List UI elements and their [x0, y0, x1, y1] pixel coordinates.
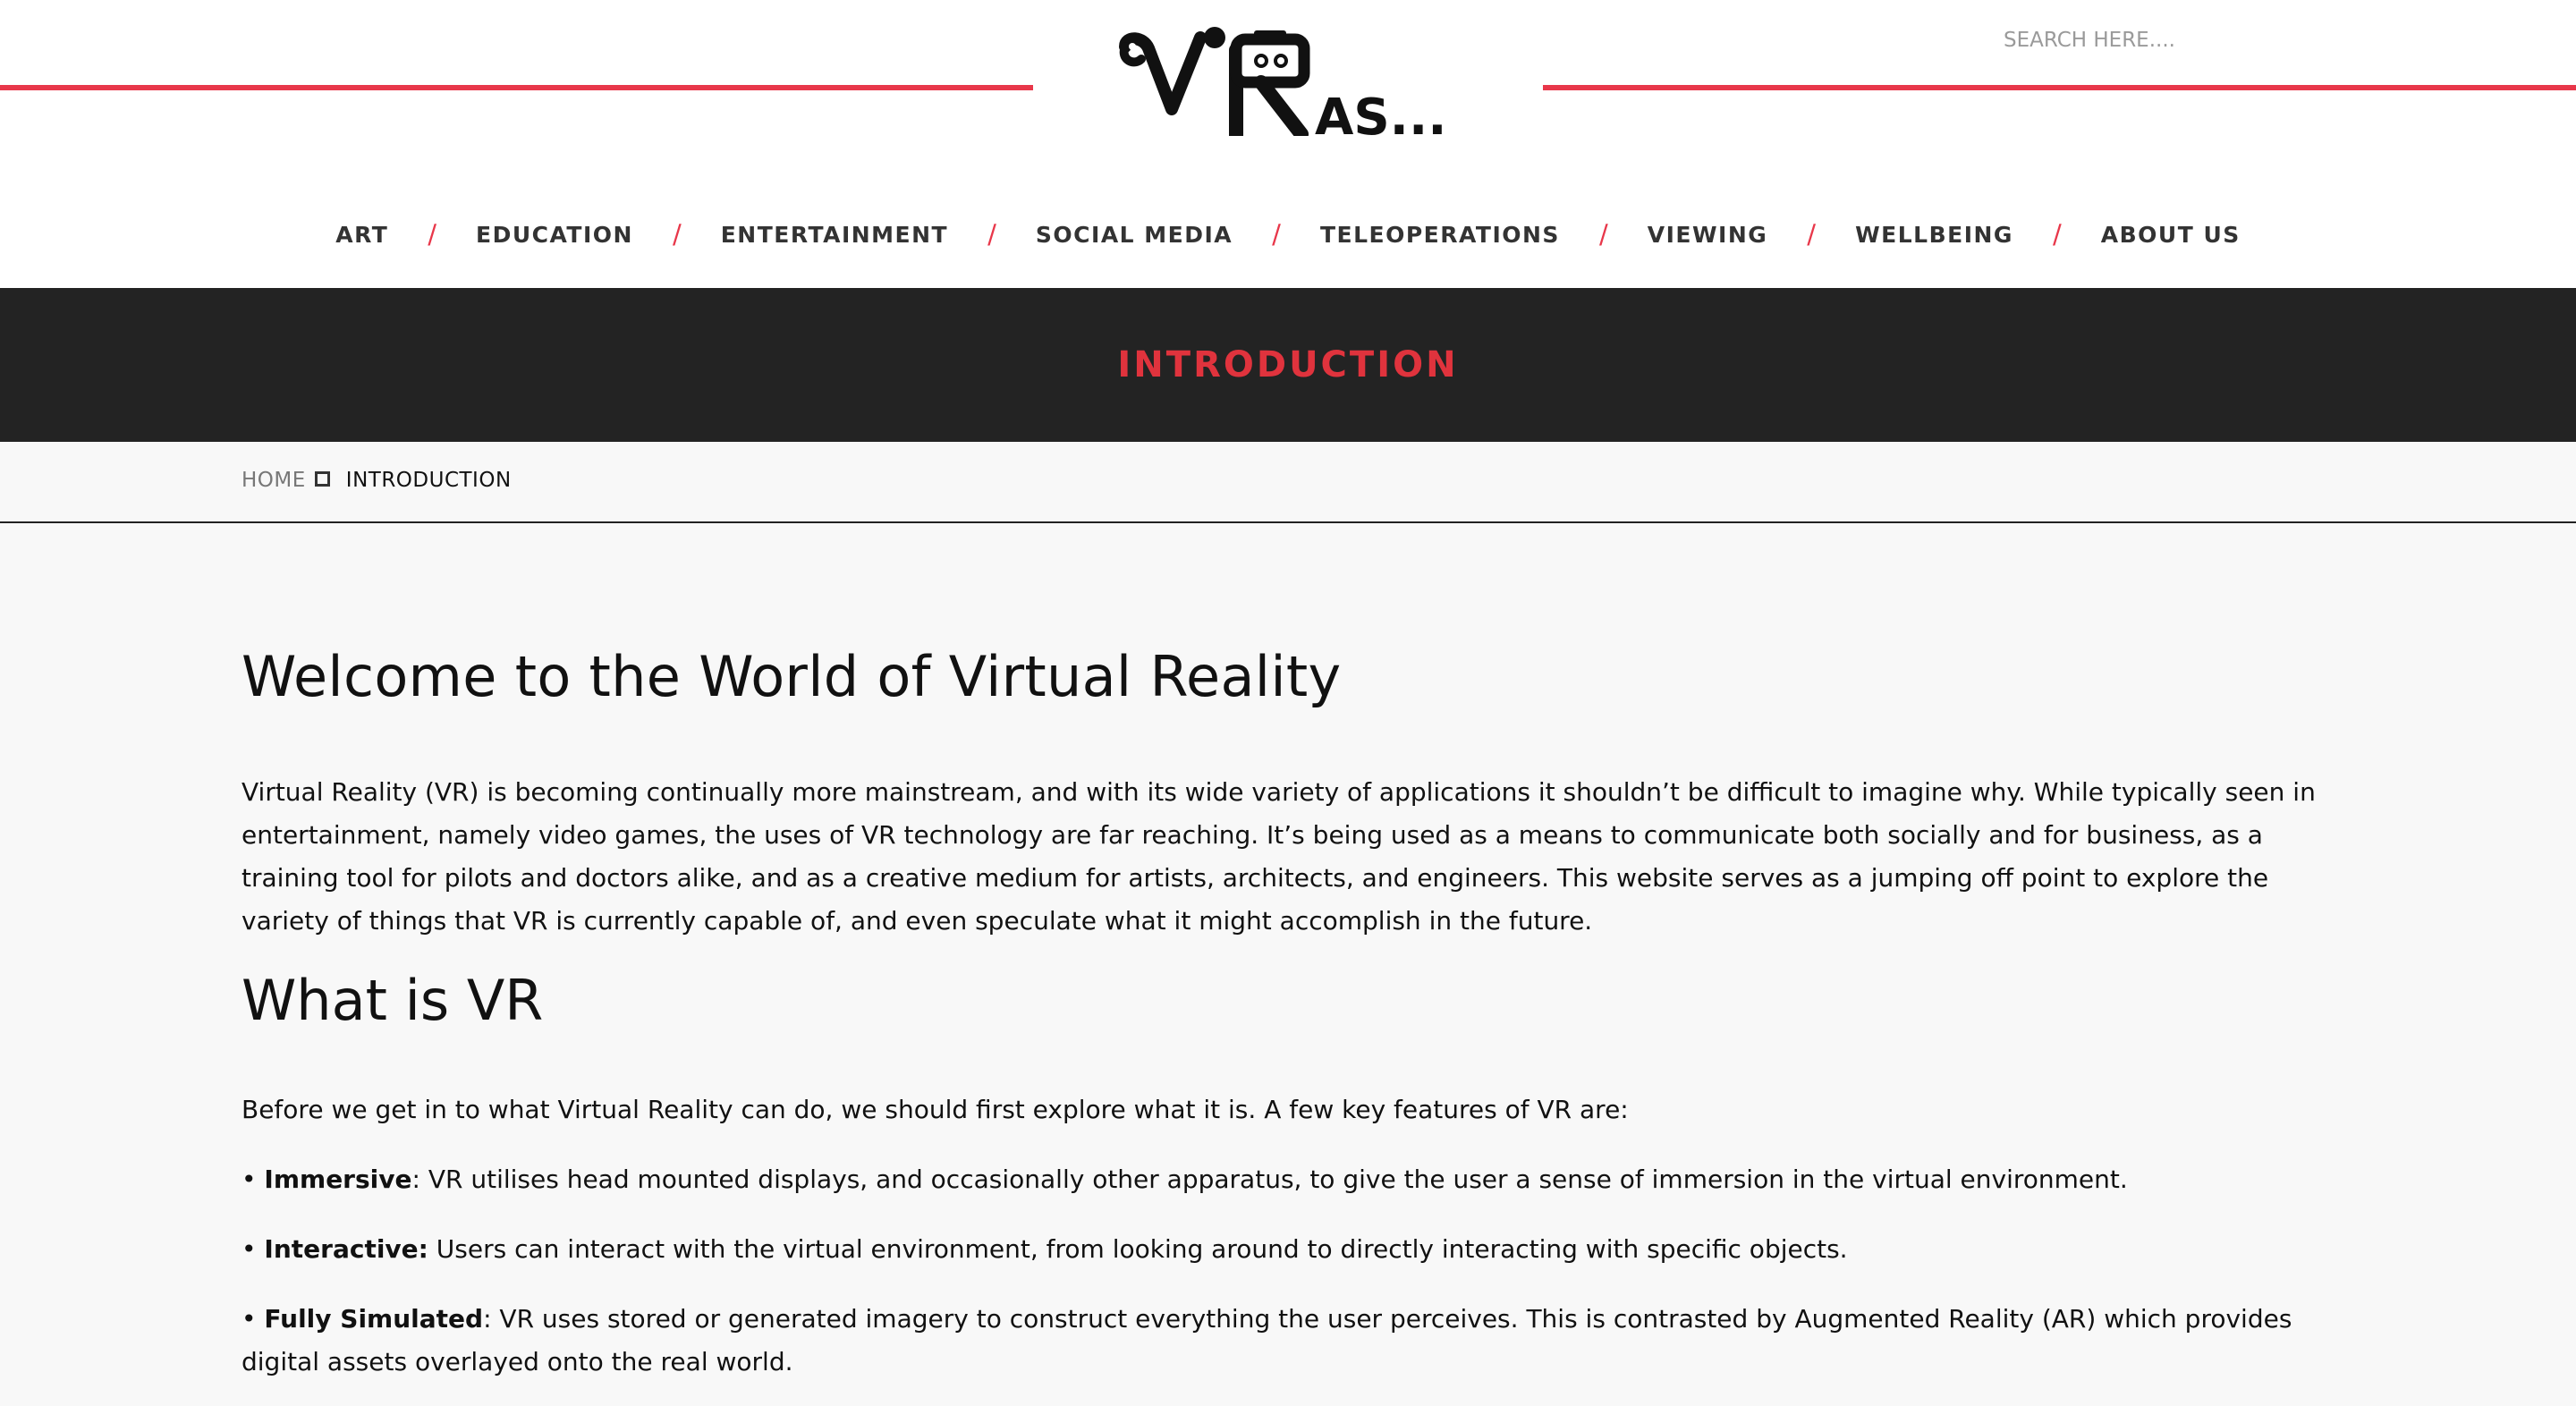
feature-item-interactive: • Interactive: Users can interact with t…	[242, 1228, 2334, 1271]
nav-item-about-us[interactable]: ABOUT US	[2101, 222, 2241, 248]
bullet: •	[242, 1304, 265, 1334]
nav-item-art[interactable]: ART	[335, 222, 388, 248]
nav-separator: /	[428, 219, 437, 250]
breadcrumb: HOME INTRODUCTION	[242, 469, 512, 492]
nav-item-wellbeing[interactable]: WELLBEING	[1855, 222, 2013, 248]
feature-term: Interactive:	[264, 1234, 428, 1264]
feature-term: Immersive	[264, 1165, 412, 1194]
breadcrumb-home-link[interactable]: HOME	[242, 469, 306, 492]
page-title: INTRODUCTION	[1117, 344, 1459, 385]
feature-term: Fully Simulated	[264, 1304, 484, 1334]
nav-separator: /	[672, 219, 682, 250]
nav-item-entertainment[interactable]: ENTERTAINMENT	[721, 222, 948, 248]
nav-item-social-media[interactable]: SOCIAL MEDIA	[1036, 222, 1233, 248]
feature-description: : VR uses stored or generated imagery to…	[242, 1304, 2292, 1376]
section-heading-what-is-vr: What is VR	[242, 968, 544, 1033]
lead-paragraph: Before we get in to what Virtual Reality…	[242, 1095, 1629, 1124]
feature-item-fully-simulated: • Fully Simulated: VR uses stored or gen…	[242, 1298, 2334, 1384]
logo-text: AS...	[1315, 89, 1447, 136]
header-divider-right	[1543, 85, 2576, 90]
nav-item-education[interactable]: EDUCATION	[476, 222, 633, 248]
intro-paragraph: Virtual Reality (VR) is becoming continu…	[242, 777, 2316, 936]
feature-description: Users can interact with the virtual envi…	[428, 1234, 1848, 1264]
site-logo[interactable]: AS...	[1118, 20, 1458, 136]
nav-separator: /	[1807, 219, 1817, 250]
main-nav: ART / EDUCATION / ENTERTAINMENT / SOCIAL…	[0, 213, 2576, 256]
breadcrumb-bar: HOME INTRODUCTION	[0, 442, 2576, 523]
bullet: •	[242, 1234, 265, 1264]
feature-item-immersive: • Immersive: VR utilises head mounted di…	[242, 1158, 2334, 1201]
page-banner: INTRODUCTION	[0, 288, 2576, 442]
nav-item-teleoperations[interactable]: TELEOPERATIONS	[1320, 222, 1560, 248]
nav-separator: /	[987, 219, 996, 250]
article-title: Welcome to the World of Virtual Reality	[242, 644, 1342, 709]
square-separator-icon	[314, 470, 330, 487]
breadcrumb-current: INTRODUCTION	[345, 469, 512, 492]
nav-separator: /	[2052, 219, 2062, 250]
bullet: •	[242, 1165, 265, 1194]
site-header: AS... ART / EDUCATION / ENTERTAINMENT / …	[0, 0, 2576, 288]
search-input[interactable]	[1977, 22, 2299, 58]
nav-separator: /	[1598, 219, 1608, 250]
header-divider-left	[0, 85, 1033, 90]
nav-separator: /	[1272, 219, 1281, 250]
nav-item-viewing[interactable]: VIEWING	[1648, 222, 1768, 248]
feature-description: : VR utilises head mounted displays, and…	[411, 1165, 2128, 1194]
